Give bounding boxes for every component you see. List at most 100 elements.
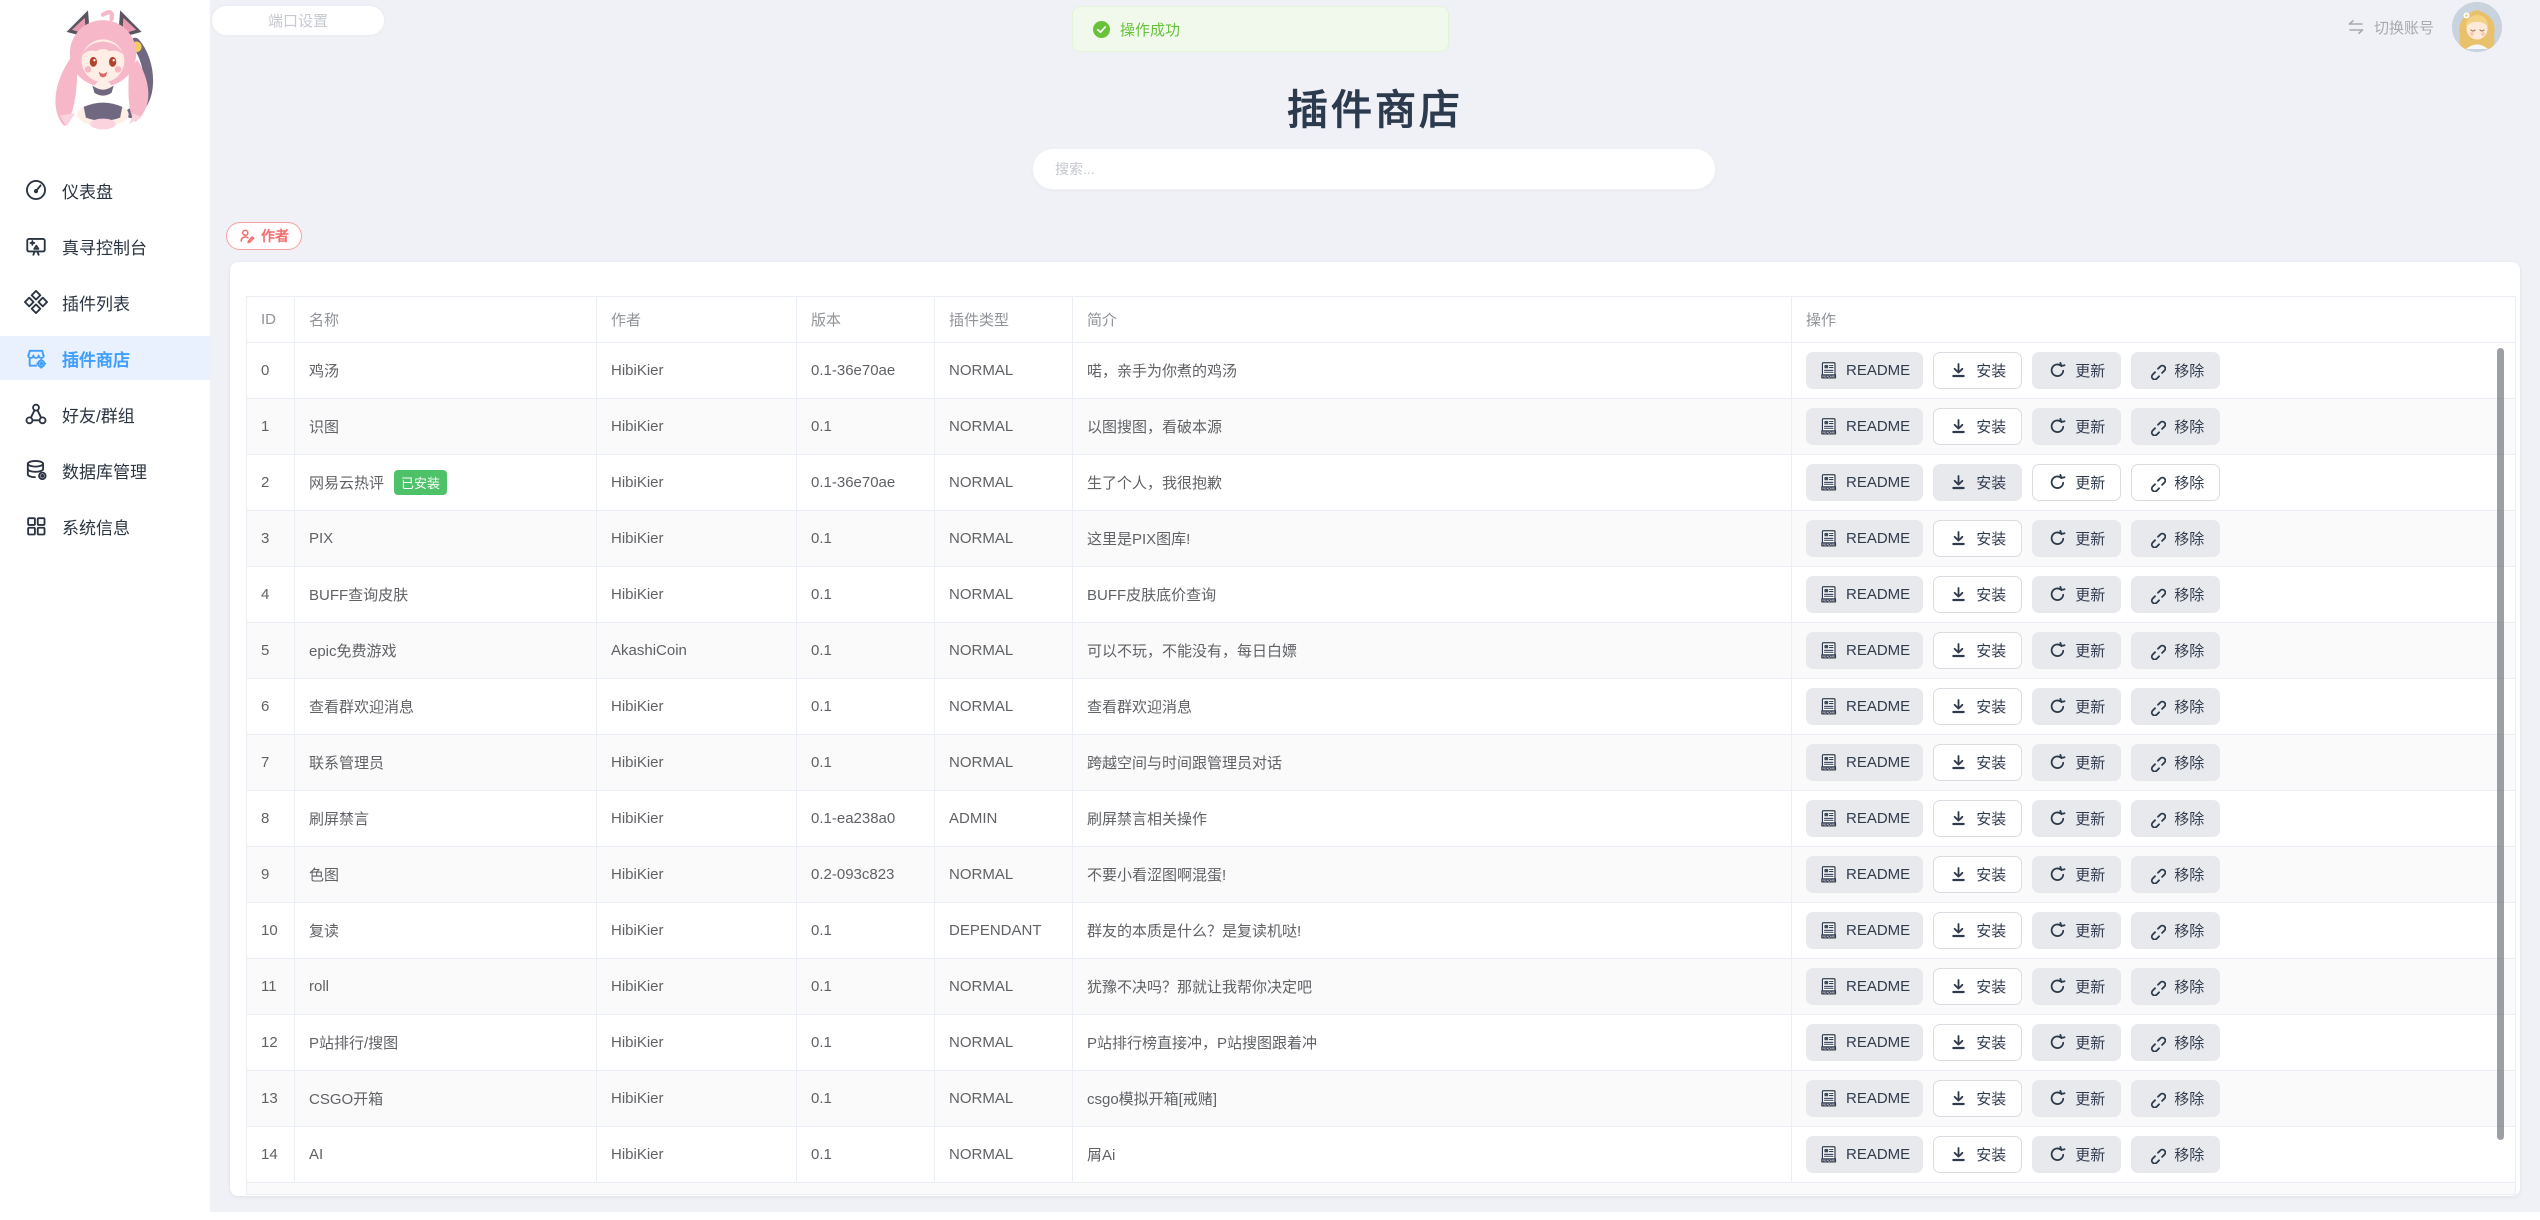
user-avatar[interactable] xyxy=(2452,2,2502,52)
update-button[interactable]: 更新 xyxy=(2032,408,2121,445)
readme-button[interactable]: README README xyxy=(1806,632,1923,669)
remove-button[interactable]: 移除 xyxy=(2131,520,2220,557)
update-button[interactable]: 更新 xyxy=(2032,744,2121,781)
cell-version: 0.1 xyxy=(797,679,935,735)
sidebar: 仪表盘 真寻控制台 插件列表 xyxy=(0,0,210,1220)
readme-button[interactable]: README README xyxy=(1806,464,1923,501)
svg-text:README: README xyxy=(1822,710,1835,714)
search-input[interactable] xyxy=(1032,148,1716,190)
author-filter-tag[interactable]: 作者 xyxy=(226,222,302,250)
readme-button[interactable]: README README xyxy=(1806,856,1923,893)
install-button[interactable]: 安装 xyxy=(1933,464,2022,501)
remove-button[interactable]: 移除 xyxy=(2131,352,2220,389)
readme-button[interactable]: README README xyxy=(1806,576,1923,613)
update-button[interactable]: 更新 xyxy=(2032,464,2121,501)
port-settings-button[interactable]: 端口设置 xyxy=(210,4,386,37)
download-icon xyxy=(1949,361,1968,380)
remove-button[interactable]: 移除 xyxy=(2131,968,2220,1005)
update-button[interactable]: 更新 xyxy=(2032,1024,2121,1061)
update-button[interactable]: 更新 xyxy=(2032,1080,2121,1117)
column-header-name: 名称 xyxy=(295,297,597,343)
cell-type: NORMAL xyxy=(935,511,1073,567)
cell-desc: csgo模拟开箱[戒赌] xyxy=(1073,1071,1792,1127)
remove-button[interactable]: 移除 xyxy=(2131,408,2220,445)
sidebar-item-label: 系统信息 xyxy=(62,514,130,539)
unlink-icon xyxy=(2147,753,2166,772)
readme-button[interactable]: README README xyxy=(1806,800,1923,837)
install-button[interactable]: 安装 xyxy=(1933,520,2022,557)
install-button[interactable]: 安装 xyxy=(1933,1136,2022,1173)
update-button[interactable]: 更新 xyxy=(2032,856,2121,893)
remove-button[interactable]: 移除 xyxy=(2131,1024,2220,1061)
install-button[interactable]: 安装 xyxy=(1933,856,2022,893)
remove-button[interactable]: 移除 xyxy=(2131,1136,2220,1173)
install-button[interactable]: 安装 xyxy=(1933,352,2022,389)
cell-desc: 不要小看涩图啊混蛋! xyxy=(1073,847,1792,903)
readme-button[interactable]: README README xyxy=(1806,1080,1923,1117)
install-button[interactable]: 安装 xyxy=(1933,408,2022,445)
readme-button[interactable]: README README xyxy=(1806,1024,1923,1061)
sidebar-item-system-info[interactable]: 系统信息 xyxy=(0,504,210,548)
update-button[interactable]: 更新 xyxy=(2032,352,2121,389)
update-label: 更新 xyxy=(2075,1032,2105,1053)
install-button[interactable]: 安装 xyxy=(1933,1024,2022,1061)
remove-button[interactable]: 移除 xyxy=(2131,464,2220,501)
table-scrollbar-thumb[interactable] xyxy=(2497,348,2504,1140)
update-button[interactable]: 更新 xyxy=(2032,800,2121,837)
update-label: 更新 xyxy=(2075,864,2105,885)
store-icon xyxy=(24,346,48,370)
remove-button[interactable]: 移除 xyxy=(2131,856,2220,893)
cell-version: 0.1 xyxy=(797,959,935,1015)
remove-label: 移除 xyxy=(2174,1088,2204,1109)
readme-button[interactable]: README README xyxy=(1806,1136,1923,1173)
sidebar-item-console[interactable]: 真寻控制台 xyxy=(0,224,210,268)
cell-id: 14 xyxy=(247,1127,295,1183)
sidebar-item-plugin-store[interactable]: 插件商店 xyxy=(0,336,210,380)
cell-author: HibiKier xyxy=(597,903,797,959)
remove-button[interactable]: 移除 xyxy=(2131,576,2220,613)
remove-button[interactable]: 移除 xyxy=(2131,912,2220,949)
update-button[interactable]: 更新 xyxy=(2032,688,2121,725)
install-button[interactable]: 安装 xyxy=(1933,800,2022,837)
sidebar-item-database[interactable]: 数据库管理 xyxy=(0,448,210,492)
install-button[interactable]: 安装 xyxy=(1933,968,2022,1005)
cell-name: 查看群欢迎消息 xyxy=(295,679,597,735)
remove-button[interactable]: 移除 xyxy=(2131,688,2220,725)
remove-button[interactable]: 移除 xyxy=(2131,800,2220,837)
update-button[interactable]: 更新 xyxy=(2032,968,2121,1005)
readme-button[interactable]: README README xyxy=(1806,688,1923,725)
install-button[interactable]: 安装 xyxy=(1933,688,2022,725)
cell-version: 0.1-36e70ae xyxy=(797,343,935,399)
readme-button[interactable]: README README xyxy=(1806,520,1923,557)
remove-button[interactable]: 移除 xyxy=(2131,632,2220,669)
table-row: 11 roll HibiKier 0.1 NORMAL 犹豫不决吗？那就让我帮你… xyxy=(247,959,2516,1015)
update-label: 更新 xyxy=(2075,752,2105,773)
refresh-icon xyxy=(2048,1089,2067,1108)
readme-button[interactable]: README README xyxy=(1806,408,1923,445)
update-button[interactable]: 更新 xyxy=(2032,1136,2121,1173)
sidebar-item-dashboard[interactable]: 仪表盘 xyxy=(0,168,210,212)
sidebar-item-friends-groups[interactable]: 好友/群组 xyxy=(0,392,210,436)
update-button[interactable]: 更新 xyxy=(2032,632,2121,669)
install-button[interactable]: 安装 xyxy=(1933,632,2022,669)
sidebar-item-plugin-list[interactable]: 插件列表 xyxy=(0,280,210,324)
update-button[interactable]: 更新 xyxy=(2032,576,2121,613)
plugin-name: 刷屏禁言 xyxy=(309,808,369,829)
readme-button[interactable]: README README xyxy=(1806,744,1923,781)
refresh-icon xyxy=(2048,921,2067,940)
svg-text:README: README xyxy=(1822,542,1835,546)
switch-account-button[interactable]: 切换账号 xyxy=(2346,13,2434,41)
readme-button[interactable]: README README xyxy=(1806,968,1923,1005)
readme-doc-icon: README xyxy=(1819,865,1838,884)
update-button[interactable]: 更新 xyxy=(2032,912,2121,949)
install-button[interactable]: 安装 xyxy=(1933,912,2022,949)
install-button[interactable]: 安装 xyxy=(1933,1080,2022,1117)
readme-button[interactable]: README README xyxy=(1806,912,1923,949)
plugin-name: BUFF查询皮肤 xyxy=(309,584,408,605)
install-button[interactable]: 安装 xyxy=(1933,744,2022,781)
remove-button[interactable]: 移除 xyxy=(2131,744,2220,781)
install-button[interactable]: 安装 xyxy=(1933,576,2022,613)
remove-button[interactable]: 移除 xyxy=(2131,1080,2220,1117)
update-button[interactable]: 更新 xyxy=(2032,520,2121,557)
readme-button[interactable]: README README xyxy=(1806,352,1923,389)
